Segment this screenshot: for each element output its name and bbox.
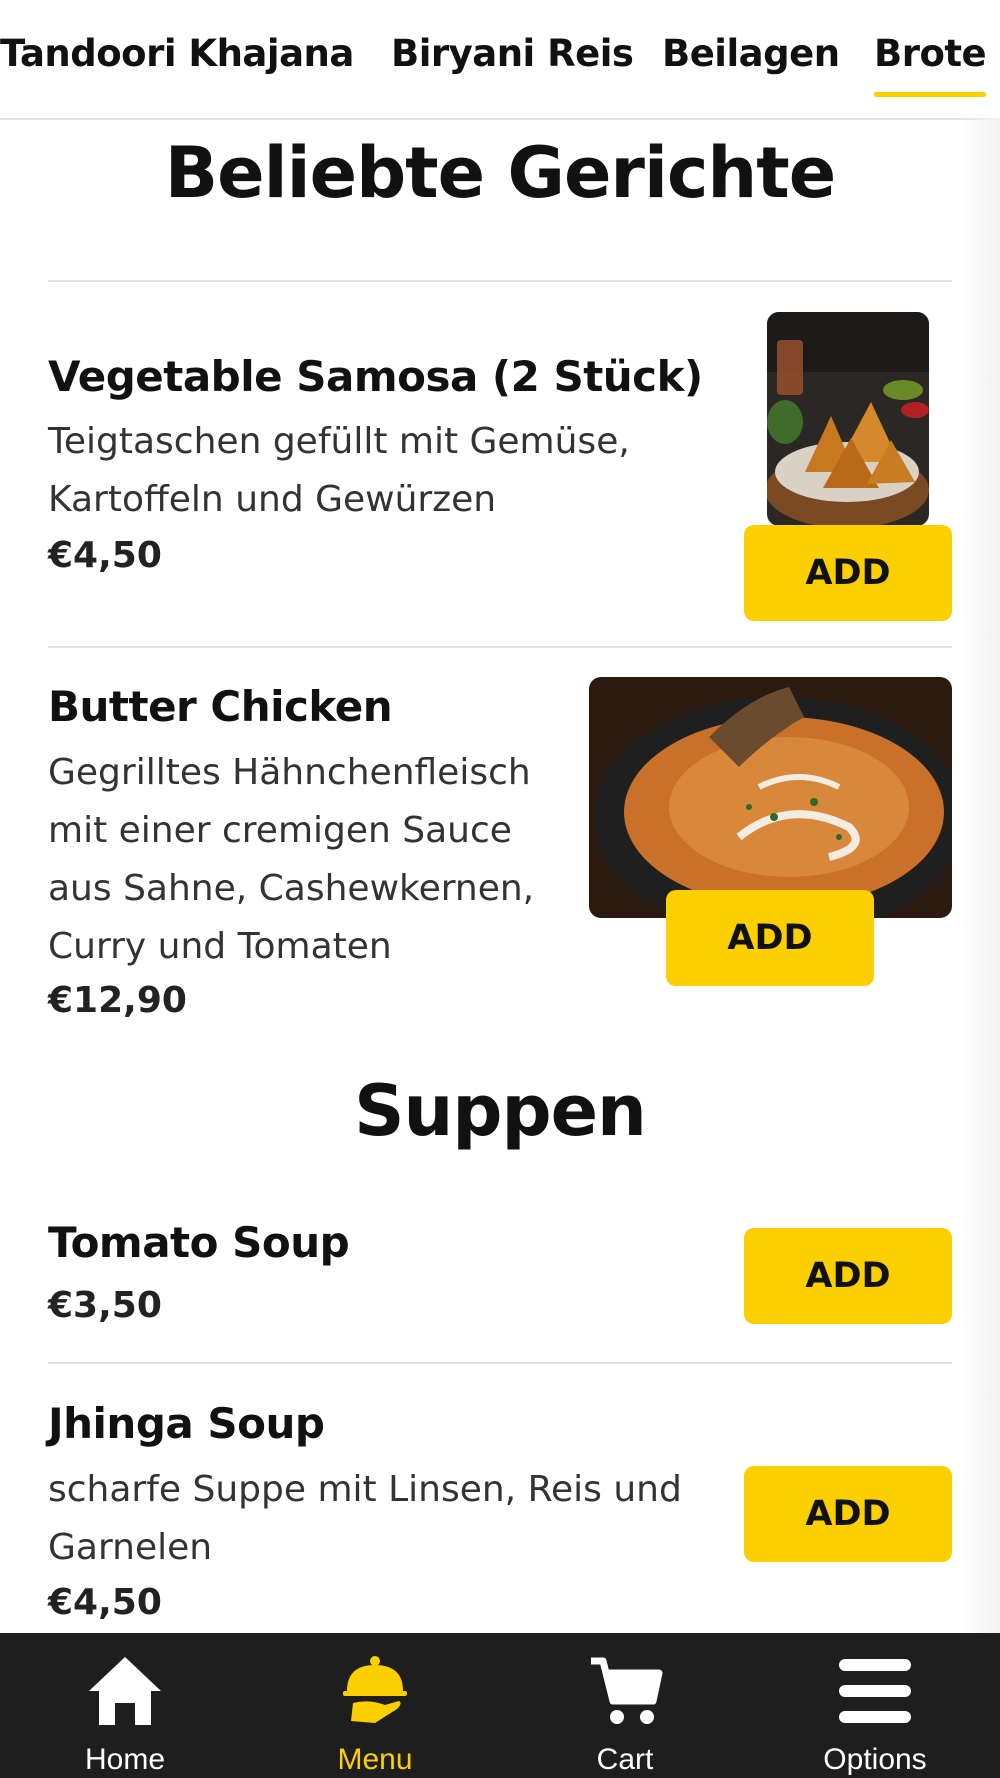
- add-button-butter-chicken[interactable]: ADD: [666, 890, 874, 986]
- add-button-samosa[interactable]: ADD: [744, 525, 952, 621]
- butter-chicken-photo: [589, 677, 952, 918]
- nav-label: Cart: [596, 1743, 654, 1776]
- nav-label: Menu: [337, 1743, 413, 1776]
- item-price: €3,50: [48, 1285, 162, 1326]
- item-price: €12,90: [48, 980, 187, 1021]
- scroll-fade: [960, 118, 1000, 1633]
- add-button-jhinga-soup[interactable]: ADD: [744, 1466, 952, 1562]
- nav-cart[interactable]: Cart: [500, 1633, 750, 1778]
- cart-icon: [591, 1657, 663, 1724]
- cloche-icon: [343, 1656, 407, 1723]
- home-icon: [89, 1657, 161, 1725]
- nav-home[interactable]: Home: [0, 1633, 250, 1778]
- nav-label: Options: [823, 1743, 927, 1776]
- item-description: scharfe Suppe mit Linsen, Reis und Garne…: [48, 1469, 682, 1568]
- samosa-photo: [767, 312, 929, 526]
- category-tabs: Tandoori Khajana Biryani Reis Beilagen B…: [0, 0, 1000, 120]
- divider: [48, 1362, 952, 1364]
- divider: [48, 280, 952, 282]
- item-name: Jhinga Soup: [48, 1399, 325, 1448]
- bottom-navigation: Home Menu Cart Options: [0, 1633, 1000, 1778]
- item-name: Tomato Soup: [48, 1218, 350, 1267]
- nav-menu[interactable]: Menu: [250, 1633, 500, 1778]
- nav-label: Home: [84, 1743, 166, 1776]
- tab-tandoori-khajana[interactable]: Tandoori Khajana: [0, 32, 354, 75]
- hamburger-menu-icon: [839, 1659, 911, 1723]
- item-price: €4,50: [48, 535, 162, 576]
- divider: [48, 646, 952, 648]
- item-name: Butter Chicken: [48, 682, 393, 731]
- tab-beilagen[interactable]: Beilagen: [662, 32, 840, 75]
- tab-brote[interactable]: Brote: [874, 32, 987, 97]
- section-title-popular: Beliebte Gerichte: [164, 132, 836, 214]
- add-button-tomato-soup[interactable]: ADD: [744, 1228, 952, 1324]
- item-price: €4,50: [48, 1582, 162, 1623]
- nav-options[interactable]: Options: [750, 1633, 1000, 1778]
- tab-biryani-reis[interactable]: Biryani Reis: [391, 32, 634, 75]
- item-name: Vegetable Samosa (2 Stück): [48, 352, 703, 401]
- section-title-soups: Suppen: [354, 1070, 647, 1152]
- item-description: Teigtaschen gefüllt mit Gemüse, Kartoffe…: [48, 421, 630, 520]
- item-description: Gegrilltes Hähnchenfleisch mit einer cre…: [48, 752, 535, 967]
